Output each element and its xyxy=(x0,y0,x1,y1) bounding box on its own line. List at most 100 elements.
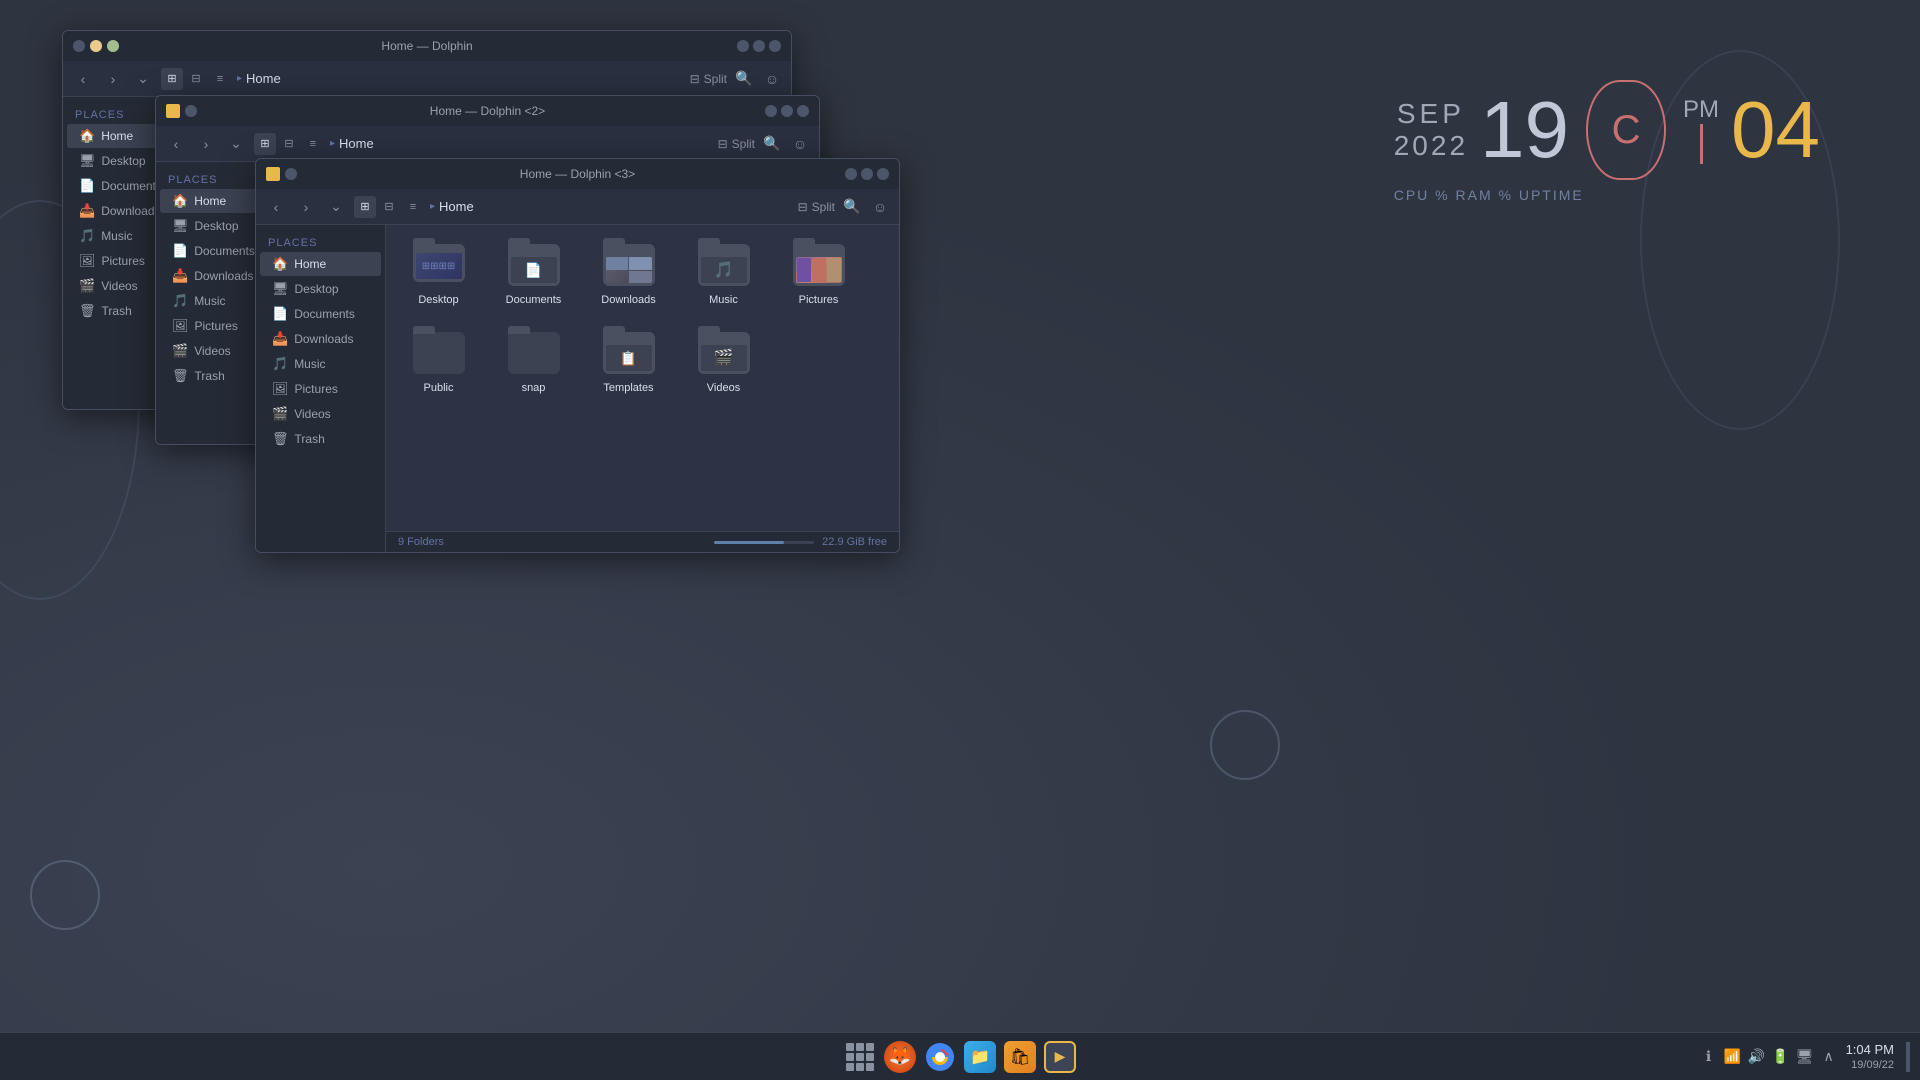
sidebar-home-3[interactable]: 🏠 Home xyxy=(260,252,381,276)
split-btn-3[interactable]: ⊟ Split xyxy=(798,200,835,214)
folder-grid: ⊞⊞⊞⊞ Desktop xyxy=(396,235,889,402)
breadcrumb-path-3[interactable]: Home xyxy=(439,199,474,214)
wc-min-1[interactable] xyxy=(90,40,102,52)
compact-view-btn-3[interactable]: ⊟ xyxy=(378,196,400,218)
wc-r5[interactable] xyxy=(781,105,793,117)
search-btn-3[interactable]: 🔍 xyxy=(841,196,863,218)
window-controls-3[interactable] xyxy=(266,167,297,181)
sidebar-section-3: Places xyxy=(256,233,385,251)
wc-r8[interactable] xyxy=(861,168,873,180)
folder-music[interactable]: 🎵 Music xyxy=(681,235,766,313)
downloads-icon-3: 📥 xyxy=(272,331,288,347)
wc-r2[interactable] xyxy=(753,40,765,52)
tray-volume-icon[interactable]: 🔊 xyxy=(1748,1048,1766,1066)
compact-view-btn-2[interactable]: ⊟ xyxy=(278,133,300,155)
wc-close-1[interactable] xyxy=(73,40,85,52)
dolphin-btn[interactable]: 📁 xyxy=(964,1041,996,1073)
videos-folder-label: Videos xyxy=(707,381,740,395)
chrome-btn[interactable] xyxy=(924,1041,956,1073)
folder-desktop[interactable]: ⊞⊞⊞⊞ Desktop xyxy=(396,235,481,313)
wc-r1[interactable] xyxy=(737,40,749,52)
templates-folder-label: Templates xyxy=(603,381,653,395)
documents-folder-icon: 📄 xyxy=(506,241,562,289)
breadcrumb-sep-2: ▸ xyxy=(330,138,335,149)
menu-btn-3[interactable]: ☺ xyxy=(869,196,891,218)
wc-max-1[interactable] xyxy=(107,40,119,52)
back-btn-2[interactable]: ‹ xyxy=(164,132,188,156)
sidebar-music-3[interactable]: 🎵 Music xyxy=(260,352,381,376)
wc-btn3[interactable] xyxy=(285,168,297,180)
up-btn-3[interactable]: ⌄ xyxy=(324,195,348,219)
folder-videos[interactable]: 🎬 Videos xyxy=(681,323,766,401)
menu-btn-2[interactable]: ☺ xyxy=(789,133,811,155)
sidebar-desktop-3[interactable]: 🖥 Desktop xyxy=(260,277,381,301)
firefox-btn[interactable]: 🦊 xyxy=(884,1041,916,1073)
wc-r3[interactable] xyxy=(769,40,781,52)
clock-month: SEP xyxy=(1397,98,1465,130)
sidebar-downloads-3[interactable]: 📥 Downloads xyxy=(260,327,381,351)
breadcrumb-path-2[interactable]: Home xyxy=(339,136,374,151)
list-view-btn-3[interactable]: ≡ xyxy=(402,196,424,218)
folder-pictures[interactable]: Pictures xyxy=(776,235,861,313)
folder-downloads[interactable]: Downloads xyxy=(586,235,671,313)
clock-bar xyxy=(1700,124,1703,164)
split-btn-1[interactable]: ⊟ Split xyxy=(690,72,727,86)
forward-btn-2[interactable]: › xyxy=(194,132,218,156)
wc-r4[interactable] xyxy=(765,105,777,117)
grid-view-btn-2[interactable]: ⊞ xyxy=(254,133,276,155)
folder-templates[interactable]: 📋 Templates xyxy=(586,323,671,401)
wc-r9[interactable] xyxy=(877,168,889,180)
tray-battery-icon[interactable]: 🔋 xyxy=(1772,1048,1790,1066)
wc-r7[interactable] xyxy=(845,168,857,180)
window-controls-1[interactable] xyxy=(73,40,119,52)
split-btn-2[interactable]: ⊟ Split xyxy=(718,137,755,151)
toolbar-3: ‹ › ⌄ ⊞ ⊟ ≡ ▸ Home ⊟ Split 🔍 ☺ xyxy=(256,189,899,225)
templates-folder-icon: 📋 xyxy=(601,329,657,377)
compact-view-btn-1[interactable]: ⊟ xyxy=(185,68,207,90)
tray-display-icon[interactable]: 🖥 xyxy=(1796,1048,1814,1066)
folder-documents[interactable]: 📄 Documents xyxy=(491,235,576,313)
sidebar-pictures-3[interactable]: 🖼 Pictures xyxy=(260,377,381,401)
forward-btn-3[interactable]: › xyxy=(294,195,318,219)
wc-btn2[interactable] xyxy=(185,105,197,117)
list-view-btn-1[interactable]: ≡ xyxy=(209,68,231,90)
grid-dot xyxy=(866,1063,874,1071)
grid-view-btn-1[interactable]: ⊞ xyxy=(161,68,183,90)
terminal-btn[interactable]: ▶ xyxy=(1044,1041,1076,1073)
back-btn-1[interactable]: ‹ xyxy=(71,67,95,91)
sidebar-trash-3[interactable]: 🗑 Trash xyxy=(260,427,381,451)
tray-expand-icon[interactable]: ∧ xyxy=(1820,1048,1838,1066)
titlebar-2: Home — Dolphin <2> xyxy=(156,96,819,126)
titlebar-3: Home — Dolphin <3> xyxy=(256,159,899,189)
back-btn-3[interactable]: ‹ xyxy=(264,195,288,219)
chrome-icon xyxy=(924,1041,956,1073)
forward-btn-1[interactable]: › xyxy=(101,67,125,91)
breadcrumb-path-1[interactable]: Home xyxy=(246,71,281,86)
grid-view-btn-3[interactable]: ⊞ xyxy=(354,196,376,218)
sidebar-downloads-label-2: Downloads xyxy=(194,269,253,283)
store-btn[interactable]: 🛍 xyxy=(1004,1041,1036,1073)
up-btn-1[interactable]: ⌄ xyxy=(131,67,155,91)
tray-network-icon[interactable]: 📶 xyxy=(1724,1048,1742,1066)
up-btn-2[interactable]: ⌄ xyxy=(224,132,248,156)
clock-day: 19 xyxy=(1480,90,1569,170)
sidebar-videos-3[interactable]: 🎬 Videos xyxy=(260,402,381,426)
tray-info-icon[interactable]: ℹ xyxy=(1700,1048,1718,1066)
grid-dot xyxy=(846,1053,854,1061)
clock-year: 2022 xyxy=(1394,130,1468,162)
trash-icon-3: 🗑 xyxy=(272,431,289,447)
show-desktop-btn[interactable] xyxy=(1906,1042,1910,1072)
window-controls-2[interactable] xyxy=(166,104,197,118)
folder-snap[interactable]: snap xyxy=(491,323,576,401)
app-launcher-btn[interactable] xyxy=(844,1041,876,1073)
sidebar-documents-3[interactable]: 📄 Documents xyxy=(260,302,381,326)
menu-btn-1[interactable]: ☺ xyxy=(761,68,783,90)
toolbar-2: ‹ › ⌄ ⊞ ⊟ ≡ ▸ Home ⊟ Split 🔍 ☺ xyxy=(156,126,819,162)
wc-r6[interactable] xyxy=(797,105,809,117)
list-view-btn-2[interactable]: ≡ xyxy=(302,133,324,155)
folder-public[interactable]: Public xyxy=(396,323,481,401)
sidebar-music-label-3: Music xyxy=(294,357,325,371)
sidebar-home-label-1: Home xyxy=(101,129,133,143)
search-btn-1[interactable]: 🔍 xyxy=(733,68,755,90)
search-btn-2[interactable]: 🔍 xyxy=(761,133,783,155)
